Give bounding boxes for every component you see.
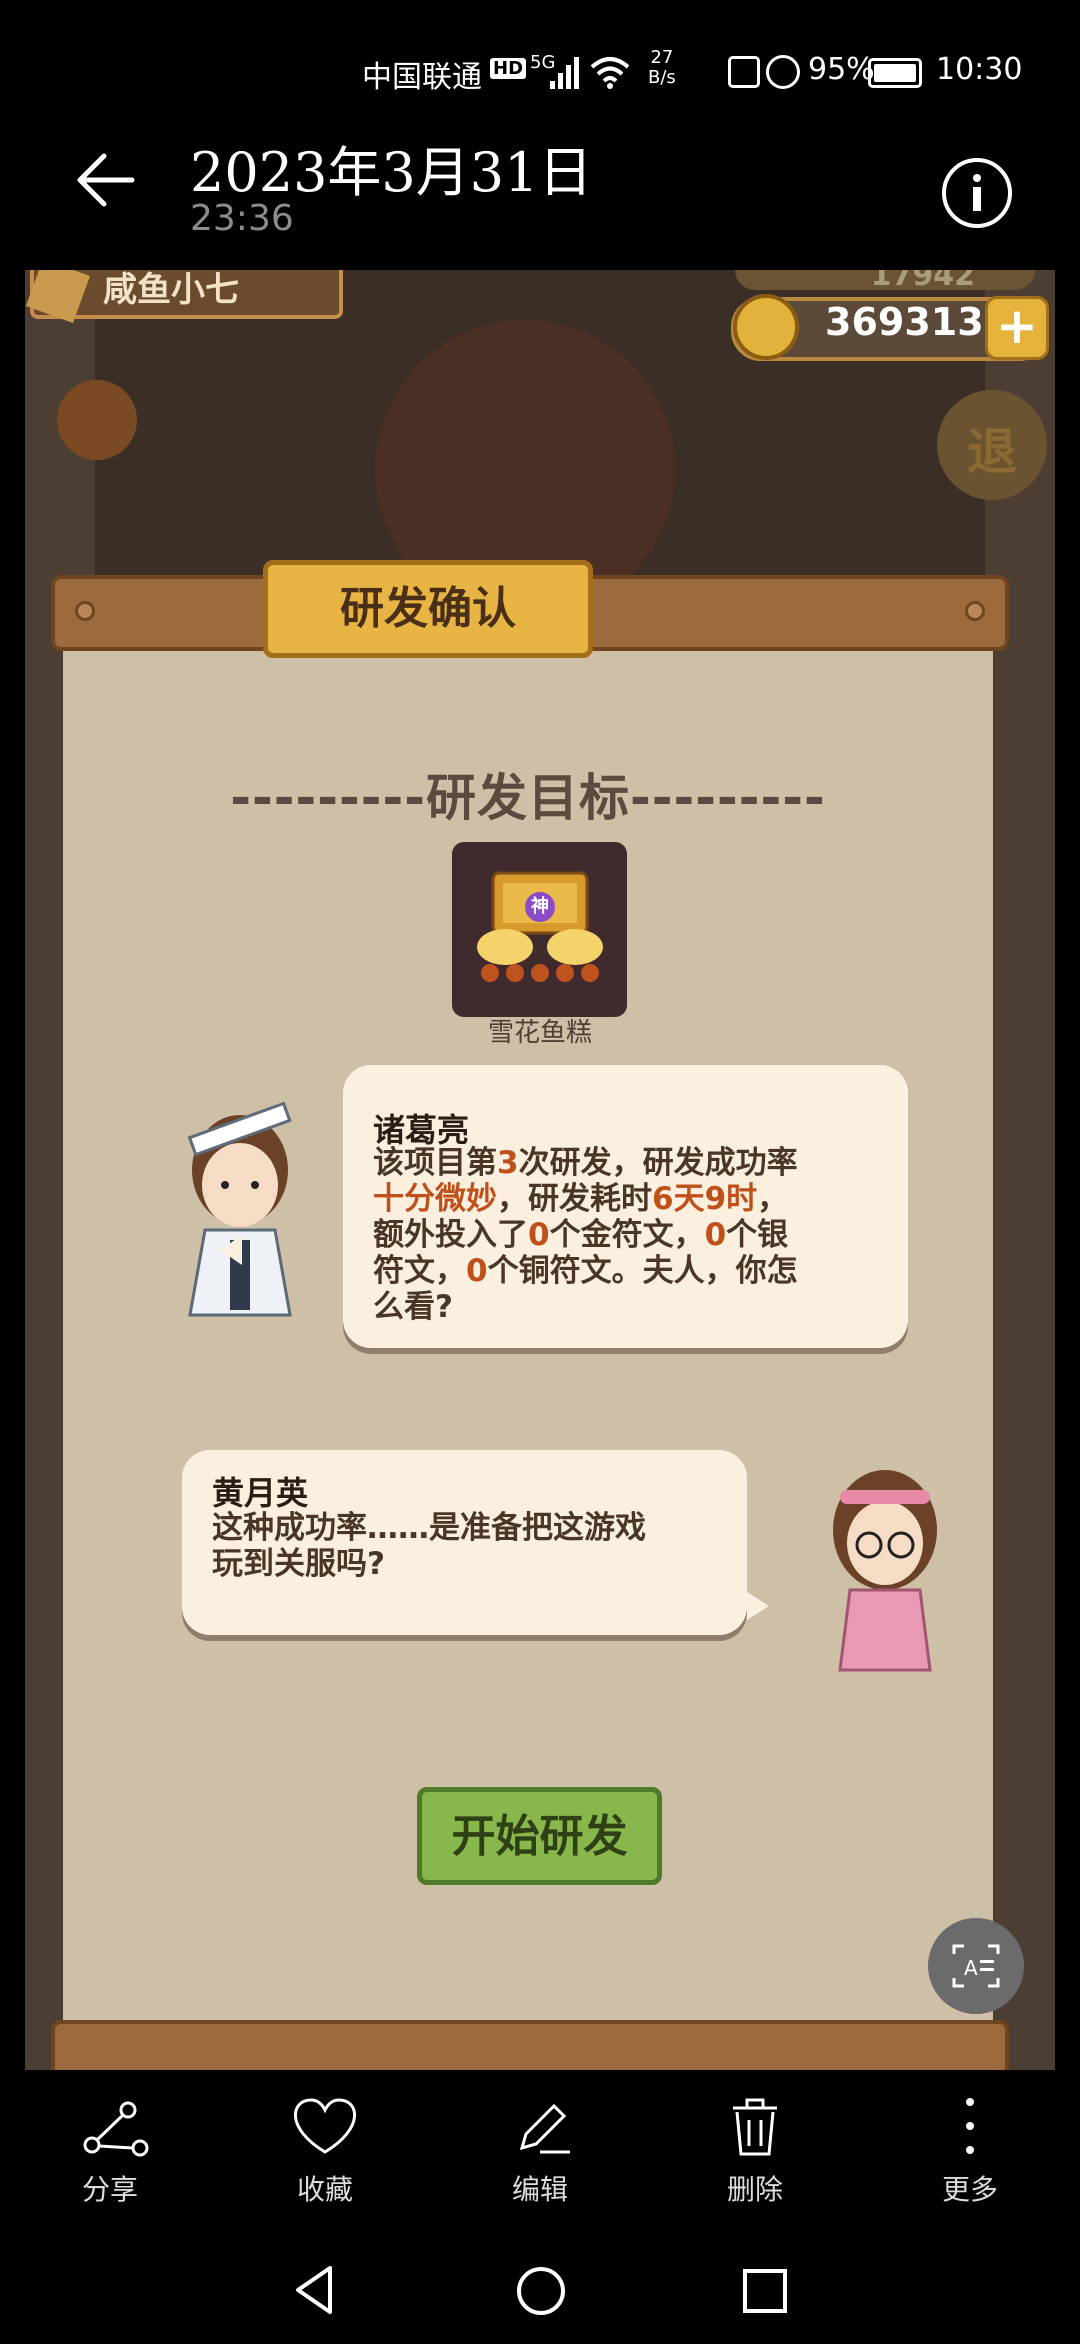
photo-date: 2023年3月31日	[190, 141, 593, 204]
speaker-text: 该项目第3次研发，研发成功率 十分微妙，研发耗时6天9时， 额外投入了0个金符文…	[373, 1145, 798, 1325]
bubble1-tail	[220, 1235, 242, 1265]
section-title: ---------研发目标---------	[230, 769, 826, 827]
item-name: 雪花鱼糕	[487, 1018, 592, 1048]
heart-icon	[294, 2098, 356, 2154]
speaker-name: 黄月英	[212, 1474, 309, 1512]
resource-bar: 17942	[735, 270, 1035, 293]
alarm-icon	[766, 55, 800, 89]
alert-icon	[57, 380, 137, 460]
photo-time: 23:36	[190, 198, 294, 239]
coin-count: 3693137	[825, 300, 1011, 344]
battery-percent: 95%	[808, 52, 875, 87]
background-right	[985, 270, 1055, 2070]
wifi-speed: 27 B/s	[648, 47, 676, 88]
info-icon[interactable]	[942, 158, 1012, 228]
add-coins-button: +	[985, 296, 1049, 360]
nfc-icon	[728, 56, 760, 88]
coin-icon	[733, 294, 799, 360]
carrier-label: 中国联通	[362, 60, 482, 95]
pencil-icon	[519, 2103, 570, 2154]
battery-icon	[868, 58, 922, 88]
dialog-bottom-rail	[51, 2020, 1009, 2070]
nav-home-icon[interactable]	[514, 2264, 568, 2318]
speaker-text: 这种成功率……是准备把这游戏 玩到关服吗?	[212, 1510, 646, 1582]
text-scan-icon: A	[952, 1944, 1000, 1988]
share-icon	[83, 2101, 149, 2157]
wifi-icon	[590, 57, 630, 89]
favorite-label: 收藏	[296, 2173, 353, 2206]
huang-speech-bubble: 黄月英 这种成功率……是准备把这游戏 玩到关服吗?	[182, 1450, 747, 1635]
trash-icon	[733, 2098, 777, 2156]
retreat-button: 退	[937, 390, 1047, 500]
player-name: 咸鱼小七	[103, 270, 239, 310]
back-arrow-icon[interactable]	[70, 145, 140, 215]
scan-text-button[interactable]: A	[928, 1918, 1024, 2014]
item-badge: 神	[531, 896, 549, 917]
bubble2-tail	[747, 1592, 769, 1620]
dialog-title: 研发确认	[340, 583, 516, 634]
nav-recents-icon[interactable]	[740, 2266, 790, 2316]
zhuge-liang-avatar	[187, 1101, 292, 1317]
huang-yueying-avatar	[833, 1470, 937, 1672]
game-screenshot: 退 咸鱼小七 17942 3693137 + 研发确认 ---------研发目…	[25, 270, 1055, 2070]
signal-icon	[550, 57, 579, 89]
fish-cake-item-icon	[477, 871, 603, 982]
clock: 10:30	[936, 52, 1023, 87]
more-label: 更多	[941, 2173, 998, 2206]
more-vertical-icon	[966, 2098, 974, 2154]
share-label: 分享	[81, 2173, 138, 2206]
zhuge-speech-bubble: 诸葛亮 该项目第3次研发，研发成功率 十分微妙，研发耗时6天9时， 额外投入了0…	[343, 1065, 908, 1348]
hd-badge: HD	[490, 58, 527, 79]
edit-label: 编辑	[511, 2173, 568, 2206]
start-research-label: 开始研发	[451, 1811, 628, 1862]
nav-back-icon[interactable]	[290, 2262, 340, 2318]
delete-label: 删除	[726, 2173, 783, 2206]
svg-text:A: A	[964, 1956, 978, 1980]
